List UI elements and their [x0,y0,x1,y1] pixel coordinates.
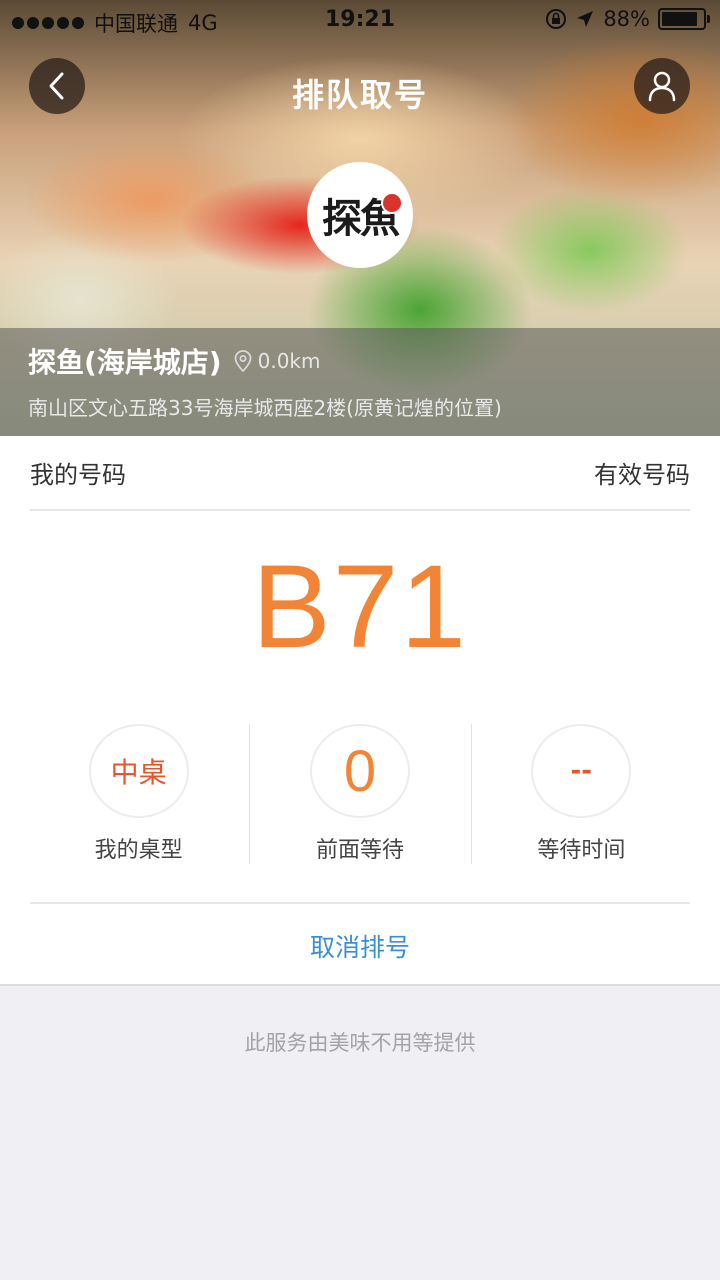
profile-button[interactable] [634,58,690,114]
status-bar: 中国联通 4G 19:21 88% [0,0,720,40]
shop-hero-banner: 中国联通 4G 19:21 88% 排队取号 探魚 探鱼(海岸城店) 0.0km… [0,0,720,436]
shop-address: 南山区文心五路33号海岸城西座2楼(原黄记煌的位置) [28,396,502,420]
queue-stats: 中桌 我的桌型 0 前面等待 -- 等待时间 [28,724,692,864]
waiting-ahead-value: 0 [309,724,410,818]
rotation-lock-icon [546,9,567,29]
wait-time-label: 等待时间 [537,838,626,863]
waiting-ahead-label: 前面等待 [315,838,404,863]
table-type-value: 中桌 [88,724,189,818]
my-number-label: 我的号码 [30,461,126,489]
table-type-label: 我的桌型 [94,838,183,863]
queue-ticket-card: 我的号码 有效号码 B71 中桌 我的桌型 0 前面等待 -- 等待时间 取消排… [0,436,720,986]
distance-value: 0.0km [257,349,321,373]
battery-percent: 88% [603,7,650,31]
shop-name: 探鱼(海岸城店) [28,346,222,379]
battery-level-fill [662,12,698,26]
divider [30,902,690,904]
shop-name-row: 探鱼(海岸城店) 0.0km [28,341,320,381]
stat-table-type: 中桌 我的桌型 [28,724,249,864]
shop-distance: 0.0km [234,349,321,373]
queue-number: B71 [252,541,468,673]
ticket-status-label: 有效号码 [594,461,690,489]
service-provider-note: 此服务由美味不用等提供 [244,1031,476,1055]
battery-icon [658,8,710,30]
shop-logo: 探魚 [307,162,413,268]
card-bottom-border [0,984,720,986]
ticket-header: 我的号码 有效号码 [30,436,690,511]
location-arrow-icon [577,11,594,27]
stat-waiting-ahead: 0 前面等待 [249,724,470,864]
page-title: 排队取号 [291,76,428,114]
logo-crown-icon [381,192,403,214]
stat-wait-time: -- 等待时间 [470,724,692,864]
location-pin-icon [234,350,252,372]
user-icon [648,71,676,102]
cancel-queue-button[interactable]: 取消排号 [0,928,720,964]
status-right: 88% [545,7,710,31]
wait-time-value: -- [531,724,632,818]
